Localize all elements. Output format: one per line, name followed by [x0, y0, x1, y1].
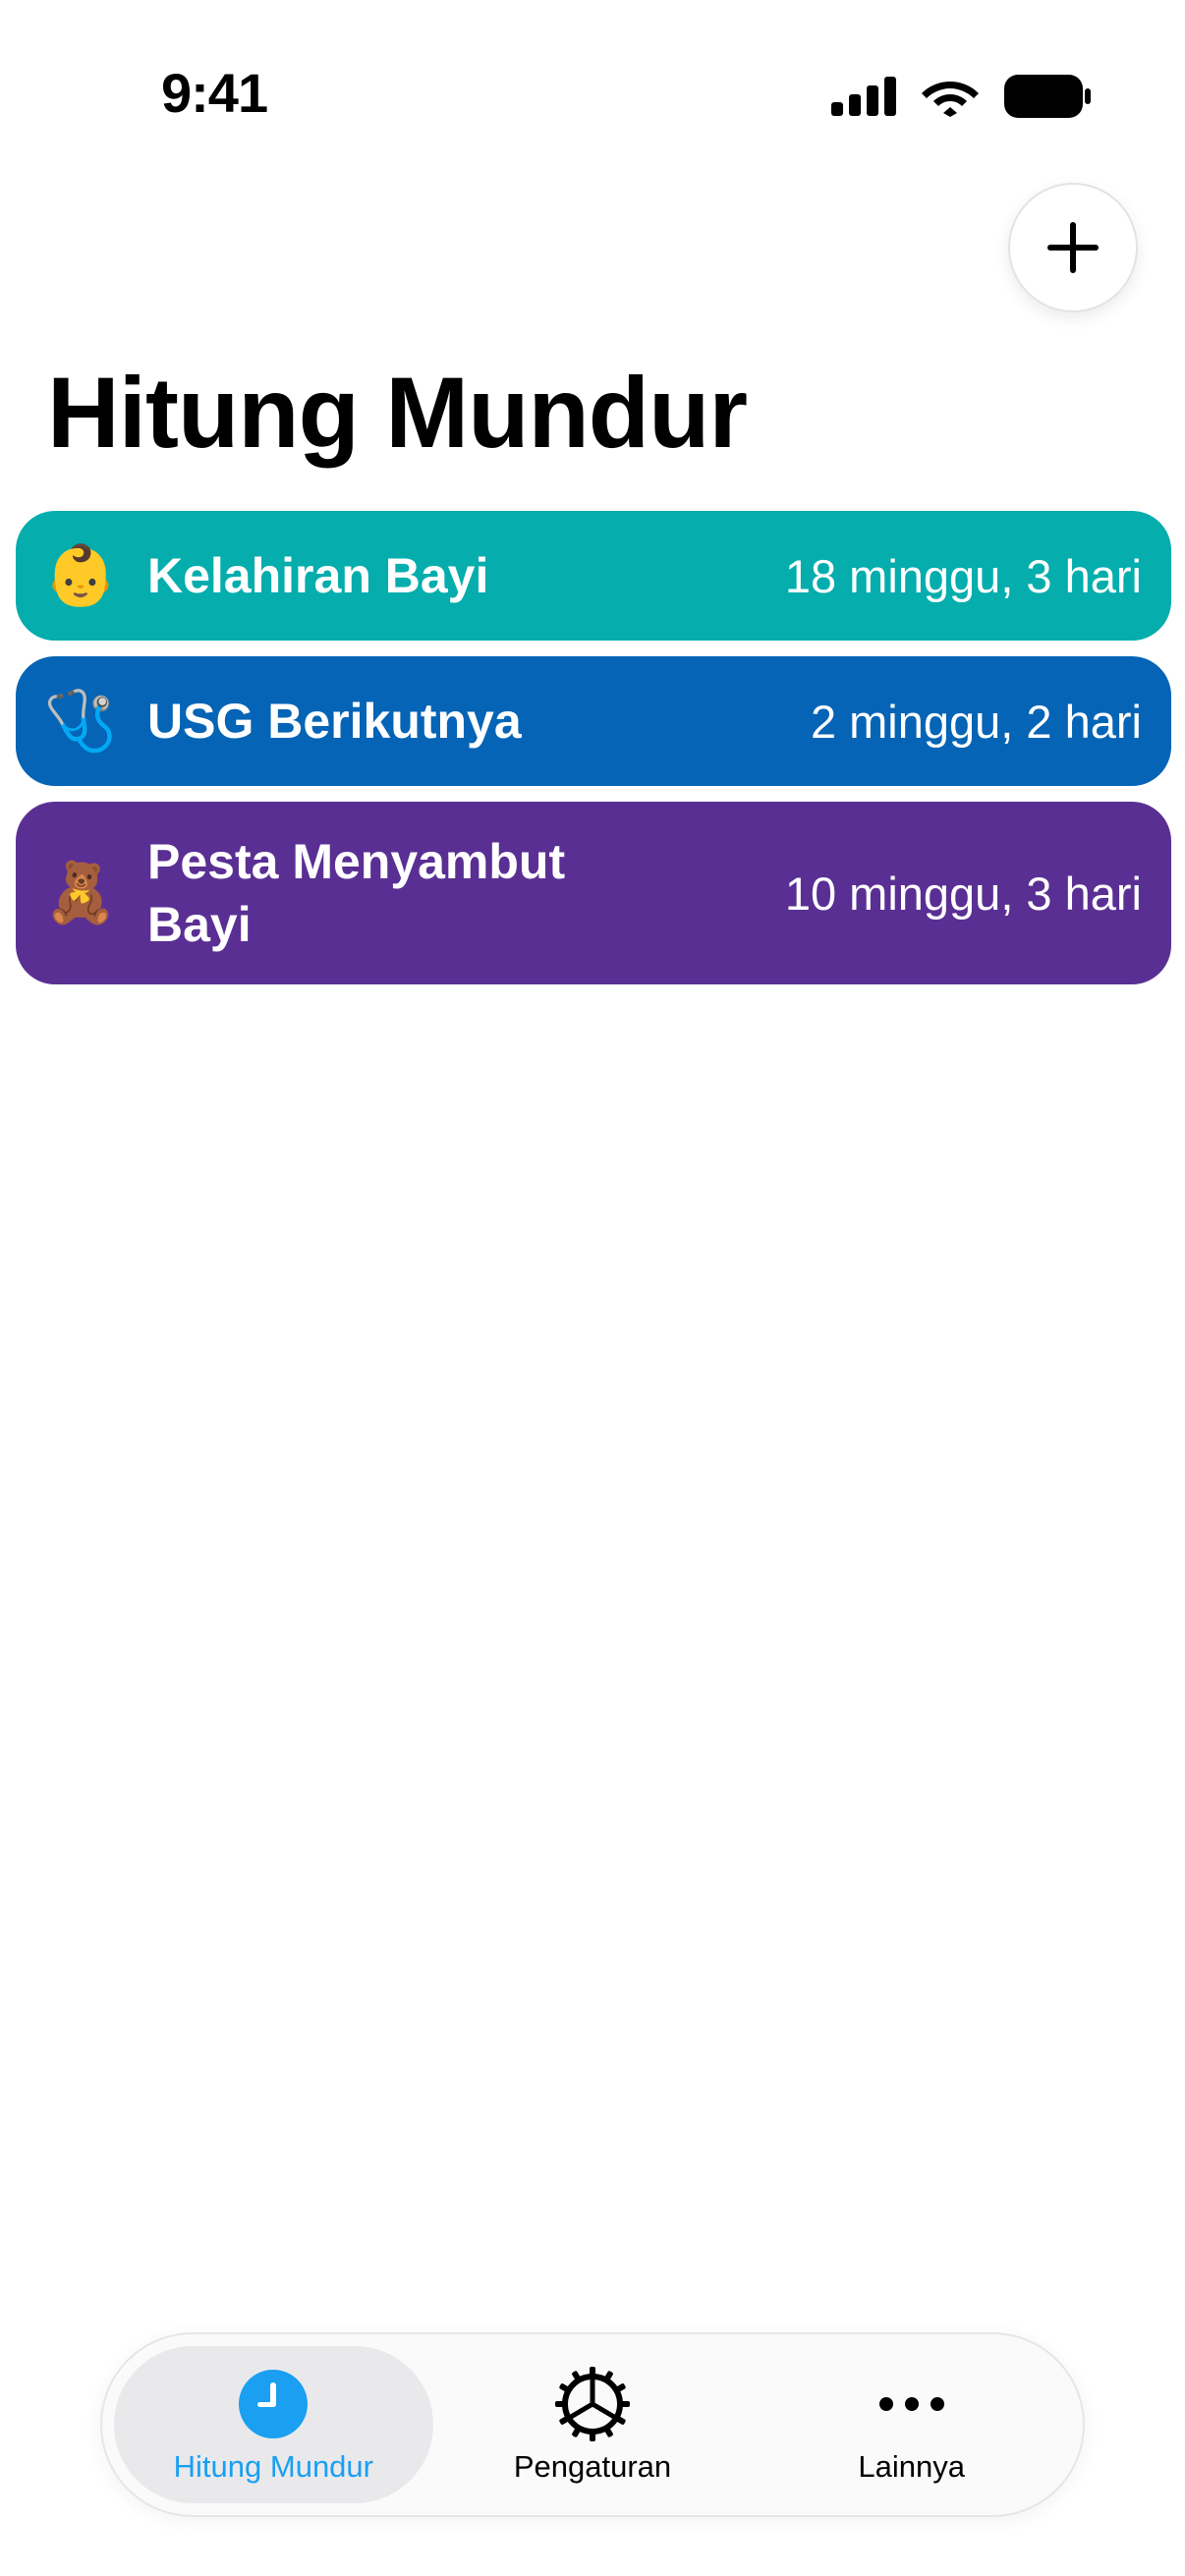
tab-countdown[interactable]: Hitung Mundur [114, 2346, 433, 2503]
page-title: Hitung Mundur [47, 357, 748, 469]
countdown-title: Kelahiran Bayi [147, 548, 489, 603]
tab-more[interactable]: Lainnya [752, 2346, 1071, 2503]
baby-icon: 👶 [43, 542, 118, 608]
tab-settings[interactable]: Pengaturan [433, 2346, 753, 2503]
countdown-title: Pesta Menyambut Bayi [147, 834, 566, 952]
countdown-remaining: 10 minggu, 3 hari [784, 867, 1142, 920]
clock-icon [238, 2365, 309, 2443]
more-icon [876, 2365, 947, 2443]
status-bar: 9:41 [0, 0, 1185, 187]
add-countdown-button[interactable] [1008, 183, 1138, 312]
teddy-bear-icon: 🧸 [43, 860, 118, 925]
countdown-remaining: 18 minggu, 3 hari [784, 549, 1142, 602]
status-icons [831, 71, 1091, 122]
countdown-item-baby-birth[interactable]: 👶 Kelahiran Bayi 18 minggu, 3 hari [16, 511, 1171, 641]
wifi-icon [922, 82, 979, 117]
tab-label: Pengaturan [513, 2449, 672, 2484]
tab-label: Hitung Mundur [173, 2449, 373, 2484]
tab-bar: Hitung Mundur Pengaturan Lainnya [100, 2332, 1085, 2517]
stethoscope-icon: 🩺 [43, 688, 118, 754]
battery-icon [1004, 75, 1091, 118]
plus-icon [1047, 222, 1099, 273]
countdown-list: 👶 Kelahiran Bayi 18 minggu, 3 hari 🩺 USG… [16, 511, 1171, 1000]
countdown-remaining: 2 minggu, 2 hari [810, 695, 1142, 748]
countdown-item-baby-shower[interactable]: 🧸 Pesta Menyambut Bayi 10 minggu, 3 hari [16, 802, 1171, 984]
countdown-title: USG Berikutnya [147, 694, 522, 749]
gear-icon [553, 2365, 632, 2443]
status-time: 9:41 [161, 62, 268, 124]
countdown-item-next-ultrasound[interactable]: 🩺 USG Berikutnya 2 minggu, 2 hari [16, 656, 1171, 786]
tab-label: Lainnya [858, 2449, 965, 2484]
cellular-signal-icon [831, 77, 896, 116]
